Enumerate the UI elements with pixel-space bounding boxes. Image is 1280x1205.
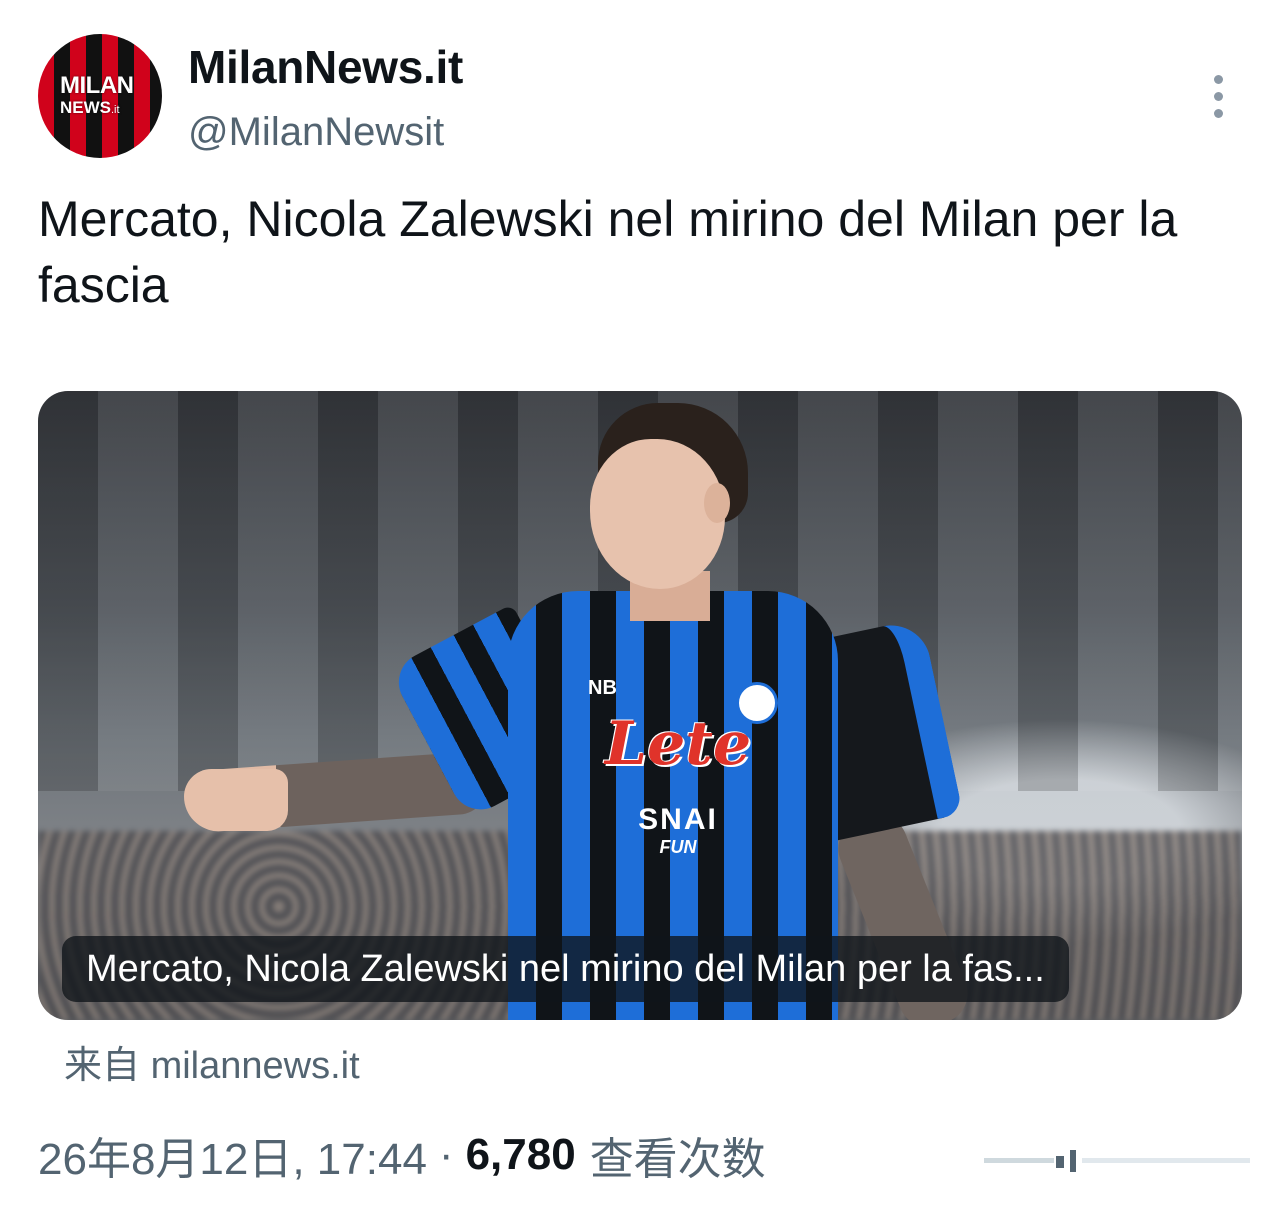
tweet: MILAN NEWS.it MilanNews.it @MilanNewsit … bbox=[0, 0, 1280, 1205]
card-source-domain: milannews.it bbox=[150, 1045, 360, 1087]
views-label: 查看次数 bbox=[589, 1135, 766, 1184]
shirt-brand-logo: NB bbox=[588, 677, 617, 699]
card-caption: Mercato, Nicola Zalewski nel mirino del … bbox=[62, 936, 1069, 1002]
card-image: NB Lete SNAI FUN bbox=[38, 391, 1242, 1020]
more-options-icon bbox=[1213, 74, 1223, 84]
more-options-icon-dot bbox=[1213, 108, 1223, 118]
shirt-sponsor: Lete bbox=[604, 709, 752, 779]
meta-separator: · bbox=[438, 1130, 454, 1179]
player-face bbox=[590, 439, 725, 589]
timestamp[interactable]: 26年8月12日, 17:44 bbox=[38, 1123, 427, 1187]
analytics-bar-icon[interactable] bbox=[984, 1148, 1254, 1174]
card-source-prefix: 来自 bbox=[64, 1045, 141, 1087]
display-name[interactable]: MilanNews.it bbox=[188, 40, 463, 94]
tweet-text: Mercato, Nicola Zalewski nel mirino del … bbox=[38, 191, 1178, 313]
player-ear bbox=[704, 483, 730, 523]
more-options-button[interactable] bbox=[1196, 74, 1240, 118]
card-source-link[interactable]: 来自 milannews.it bbox=[64, 1034, 360, 1089]
avatar-logo-line1: MILAN bbox=[60, 72, 134, 99]
avatar-logo-line2-text: NEWS bbox=[60, 98, 111, 117]
avatar[interactable]: MILAN NEWS.it bbox=[38, 34, 162, 158]
avatar-logo-line2: NEWS.it bbox=[60, 99, 150, 116]
handle[interactable]: @MilanNewsit bbox=[188, 110, 444, 155]
shirt-sponsor-3: FUN bbox=[659, 837, 697, 857]
link-card[interactable]: NB Lete SNAI FUN Mercato, Nicola Zalewsk… bbox=[38, 391, 1242, 1020]
tweet-meta: 26年8月12日, 17:44 · 6,780 查看次数 bbox=[38, 1125, 766, 1185]
views-count: 6,780 bbox=[465, 1130, 576, 1179]
player-hand bbox=[184, 769, 288, 831]
avatar-logo: MILAN NEWS.it bbox=[50, 74, 150, 118]
avatar-logo-suffix: .it bbox=[111, 104, 120, 116]
shirt-sponsor-2: SNAI bbox=[638, 803, 718, 836]
more-options-icon-dot bbox=[1213, 91, 1223, 101]
